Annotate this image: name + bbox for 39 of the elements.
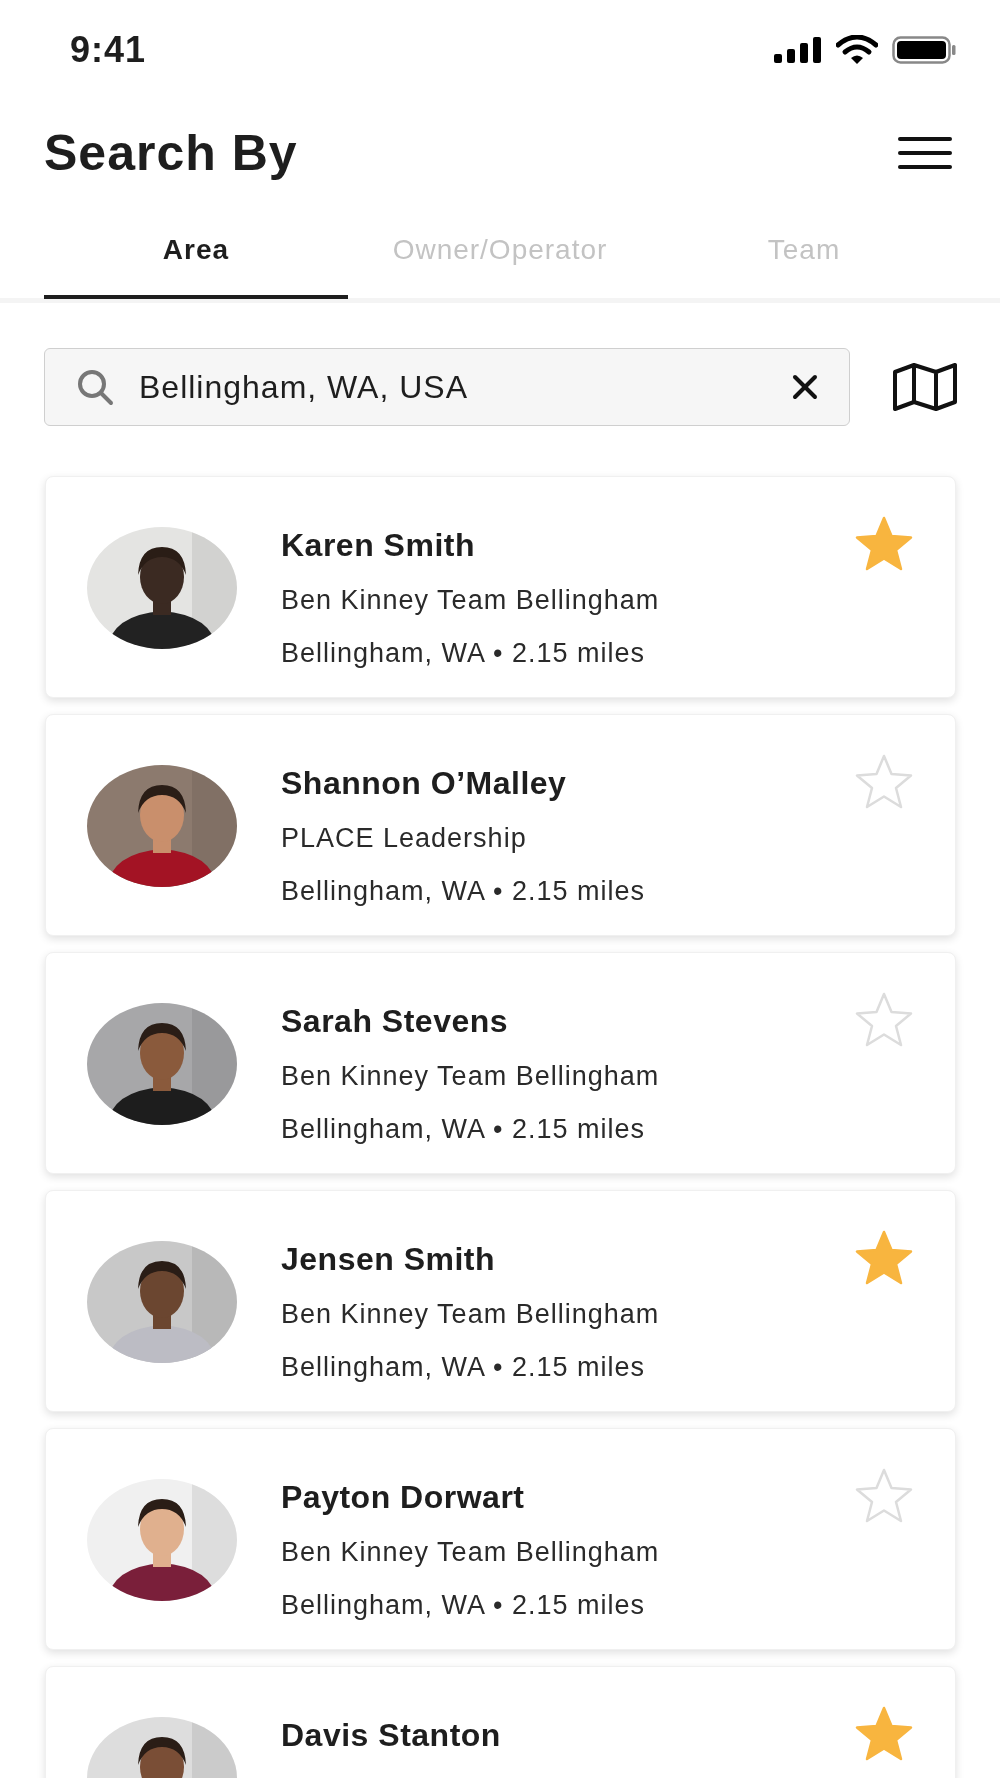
agent-card[interactable]: Payton Dorwart Ben Kinney Team Bellingham Bellingham, WA • 2.15 miles <box>45 1428 956 1650</box>
team-name: Ben Kinney Team Bellingham <box>281 1060 661 1092</box>
agent-name: Shannon O’Malley <box>281 765 568 801</box>
team-name: Ben Kinney Team Bellingham <box>281 1536 661 1568</box>
agent-name: Karen Smith <box>281 527 476 563</box>
agent-card[interactable]: Jensen Smith Ben Kinney Team Bellingham Bellingham, WA • 2.15 miles <box>45 1190 956 1412</box>
battery-icon <box>892 36 956 64</box>
tab[interactable]: Area <box>44 205 348 299</box>
team-name: Ben Kinney Team Bellingham <box>281 584 661 616</box>
close-icon[interactable] <box>792 374 818 400</box>
agent-card[interactable]: Davis Stanton <box>45 1666 956 1778</box>
team-name: Ben Kinney Team Bellingham <box>281 1298 661 1330</box>
star-icon[interactable] <box>853 1705 915 1763</box>
agent-location: Bellingham, WA • 2.15 miles <box>281 1351 647 1383</box>
page-title: Search By <box>44 123 298 182</box>
map-icon[interactable] <box>892 362 958 412</box>
agent-card[interactable]: Sarah Stevens Ben Kinney Team Bellingham Bellingham, WA • 2.15 miles <box>45 952 956 1174</box>
agent-card[interactable]: Karen Smith Ben Kinney Team Bellingham Bellingham, WA • 2.15 miles <box>45 476 956 698</box>
agent-location: Bellingham, WA • 2.15 miles <box>281 637 647 669</box>
agent-name: Sarah Stevens <box>281 1003 510 1039</box>
search-icon <box>76 368 114 406</box>
star-icon[interactable] <box>853 515 915 573</box>
wifi-icon <box>836 35 878 65</box>
team-name: PLACE Leadership <box>281 822 528 854</box>
star-icon[interactable] <box>853 991 915 1049</box>
signal-icon <box>774 37 822 63</box>
agent-location: Bellingham, WA • 2.15 miles <box>281 1113 647 1145</box>
star-icon[interactable] <box>853 1467 915 1525</box>
menu-icon[interactable] <box>898 135 952 170</box>
agent-location: Bellingham, WA • 2.15 miles <box>281 1589 647 1621</box>
star-icon[interactable] <box>853 1229 915 1287</box>
search-field[interactable]: Bellingham, WA, USA <box>44 348 850 426</box>
status-time: 9:41 <box>70 29 147 71</box>
agent-name: Jensen Smith <box>281 1241 497 1277</box>
agent-name: Davis Stanton <box>281 1717 502 1753</box>
star-icon[interactable] <box>853 753 915 811</box>
agent-name: Payton Dorwart <box>281 1479 526 1515</box>
agent-location: Bellingham, WA • 2.15 miles <box>281 875 647 907</box>
agent-card[interactable]: Shannon O’Malley PLACE Leadership Bellingham, WA • 2.15 miles <box>45 714 956 936</box>
